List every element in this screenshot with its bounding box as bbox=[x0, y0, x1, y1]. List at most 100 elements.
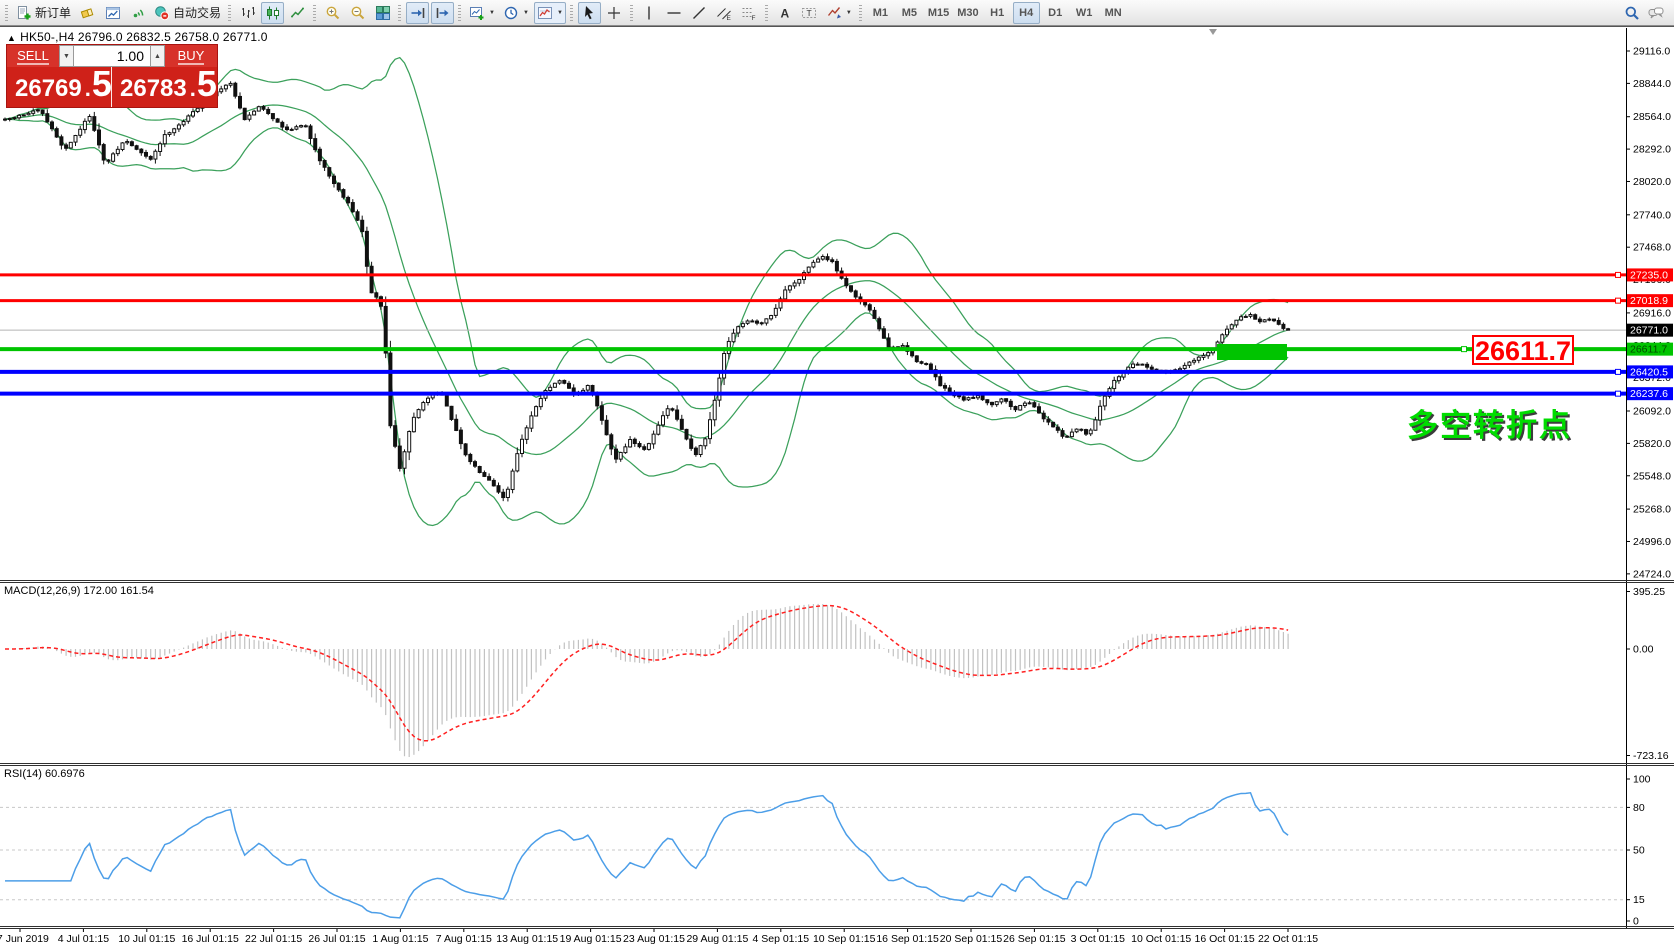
bar-chart-button[interactable] bbox=[236, 2, 259, 24]
time-axis[interactable]: 27 Jun 20194 Jul 01:1510 Jul 01:1516 Jul… bbox=[0, 929, 1674, 947]
price-axis[interactable]: 29116.028844.028564.028292.028020.027740… bbox=[1626, 26, 1674, 929]
volume-decrease-button[interactable]: ▼ bbox=[59, 45, 74, 67]
zoom-in-button[interactable] bbox=[321, 2, 344, 24]
macd-indicator-label: MACD(12,26,9) 172.00 161.54 bbox=[4, 585, 154, 597]
depth-of-market-button[interactable] bbox=[101, 2, 124, 24]
svg-text:-723.16: -723.16 bbox=[1633, 750, 1669, 762]
toolbar-grip bbox=[765, 5, 768, 21]
candlestick-chart-button[interactable] bbox=[261, 2, 284, 24]
svg-text:25268.0: 25268.0 bbox=[1633, 504, 1671, 516]
chart-plus-icon bbox=[469, 5, 485, 21]
svg-text:F: F bbox=[752, 15, 756, 21]
svg-text:80: 80 bbox=[1633, 802, 1645, 814]
sell-price[interactable]: 26769.5 bbox=[7, 67, 112, 107]
signal-icon bbox=[130, 5, 146, 21]
svg-text:7 Aug 01:15: 7 Aug 01:15 bbox=[436, 933, 492, 945]
zoom-out-button[interactable] bbox=[346, 2, 369, 24]
zoom-in-icon bbox=[325, 5, 341, 21]
svg-text:E: E bbox=[727, 15, 732, 21]
svg-text:28564.0: 28564.0 bbox=[1633, 111, 1671, 123]
svg-text:4 Sep 01:15: 4 Sep 01:15 bbox=[752, 933, 809, 945]
line-handle[interactable] bbox=[1616, 298, 1621, 303]
collapse-panel-icon[interactable]: ▲ bbox=[7, 33, 16, 43]
price-text-annotation[interactable]: 26611.7 bbox=[1472, 335, 1574, 365]
svg-text:13 Aug 01:15: 13 Aug 01:15 bbox=[496, 933, 558, 945]
svg-text:15: 15 bbox=[1633, 894, 1645, 906]
arrows-button[interactable]: ▼ bbox=[823, 2, 855, 24]
rsi-indicator-label: RSI(14) 60.6976 bbox=[4, 768, 85, 780]
svg-text:26237.6: 26237.6 bbox=[1630, 388, 1668, 400]
toolbar-grip bbox=[313, 5, 316, 21]
new-chart-button[interactable]: ▼ bbox=[466, 2, 498, 24]
chart-area[interactable]: 29116.028844.028564.028292.028020.027740… bbox=[0, 0, 1674, 947]
svg-text:28292.0: 28292.0 bbox=[1633, 144, 1671, 156]
text-label-button[interactable]: T bbox=[798, 2, 821, 24]
sell-button[interactable]: SELL bbox=[7, 45, 59, 67]
svg-text:4 Jul 01:15: 4 Jul 01:15 bbox=[58, 933, 110, 945]
search-icon[interactable] bbox=[1624, 5, 1640, 21]
line-handle[interactable] bbox=[1462, 347, 1467, 352]
line-chart-button[interactable] bbox=[286, 2, 309, 24]
auto-scroll-button[interactable] bbox=[406, 2, 429, 24]
toolbar-grip bbox=[228, 5, 231, 21]
toolbar-grip bbox=[398, 5, 401, 21]
timeframe-m15-button[interactable]: M15 bbox=[925, 2, 952, 24]
trendline-button[interactable] bbox=[688, 2, 711, 24]
vline-icon bbox=[641, 5, 657, 21]
toolbar-grip bbox=[458, 5, 461, 21]
svg-text:25548.0: 25548.0 bbox=[1633, 470, 1671, 482]
eraser-button[interactable] bbox=[76, 2, 99, 24]
channel-button[interactable]: E bbox=[713, 2, 736, 24]
horizontal-line-button[interactable] bbox=[663, 2, 686, 24]
cursor-button[interactable] bbox=[578, 2, 601, 24]
svg-text:100: 100 bbox=[1633, 774, 1651, 786]
timeframe-d1-button[interactable]: D1 bbox=[1042, 2, 1069, 24]
autotrade-icon bbox=[154, 5, 170, 21]
svg-text:27235.0: 27235.0 bbox=[1630, 269, 1668, 281]
line-handle[interactable] bbox=[1616, 391, 1621, 396]
svg-text:50: 50 bbox=[1633, 845, 1645, 857]
volume-increase-button[interactable]: ▲ bbox=[150, 45, 165, 67]
line-handle[interactable] bbox=[1616, 369, 1621, 374]
volume-input[interactable] bbox=[74, 45, 150, 67]
autotrading-button[interactable]: 自动交易 bbox=[151, 2, 224, 24]
timeframe-w1-button[interactable]: W1 bbox=[1071, 2, 1098, 24]
new-order-button[interactable]: 新订单 bbox=[13, 2, 74, 24]
crosshair-button[interactable] bbox=[603, 2, 626, 24]
chat-icon[interactable] bbox=[1648, 5, 1664, 21]
text-button[interactable]: A bbox=[773, 2, 796, 24]
svg-text:26611.7: 26611.7 bbox=[1630, 344, 1667, 356]
chart-shift-button[interactable] bbox=[431, 2, 454, 24]
timeframe-h4-button[interactable]: H4 bbox=[1013, 2, 1040, 24]
timeframe-h1-button[interactable]: H1 bbox=[984, 2, 1011, 24]
periods-button[interactable]: ▼ bbox=[500, 2, 532, 24]
chart-window-icon bbox=[105, 5, 121, 21]
fibo-icon: F bbox=[741, 5, 757, 21]
buy-price[interactable]: 26783.5 bbox=[112, 67, 217, 107]
svg-text:10 Sep 01:15: 10 Sep 01:15 bbox=[813, 933, 876, 945]
turning-point-annotation[interactable]: 多空转折点 bbox=[1407, 400, 1572, 445]
svg-text:19 Aug 01:15: 19 Aug 01:15 bbox=[560, 933, 622, 945]
shapes-icon bbox=[826, 5, 842, 21]
symbol-ohlc-text: HK50-,H4 26796.0 26832.5 26758.0 26771.0 bbox=[20, 30, 268, 44]
autoscroll-icon bbox=[410, 5, 426, 21]
rectangle-object[interactable] bbox=[1217, 344, 1287, 360]
one-click-trading-panel: SELL ▼ ▲ BUY 26769.5 26783.5 bbox=[6, 44, 218, 108]
channel-icon: E bbox=[716, 5, 732, 21]
eraser-icon bbox=[80, 5, 96, 21]
svg-text:24996.0: 24996.0 bbox=[1633, 536, 1671, 548]
tile-windows-button[interactable] bbox=[371, 2, 394, 24]
signals-button[interactable] bbox=[126, 2, 149, 24]
timeframe-m1-button[interactable]: M1 bbox=[867, 2, 894, 24]
fibonacci-button[interactable]: F bbox=[738, 2, 761, 24]
svg-text:0.00: 0.00 bbox=[1633, 644, 1654, 656]
timeframe-mn-button[interactable]: MN bbox=[1100, 2, 1127, 24]
timeframe-m5-button[interactable]: M5 bbox=[896, 2, 923, 24]
toolbar-grip bbox=[630, 5, 633, 21]
timeframe-m30-button[interactable]: M30 bbox=[954, 2, 981, 24]
templates-button[interactable]: ▼ bbox=[534, 2, 566, 24]
search-icon bbox=[1624, 5, 1640, 21]
vertical-line-button[interactable] bbox=[638, 2, 661, 24]
line-handle[interactable] bbox=[1616, 272, 1621, 277]
svg-text:29 Aug 01:15: 29 Aug 01:15 bbox=[686, 933, 748, 945]
